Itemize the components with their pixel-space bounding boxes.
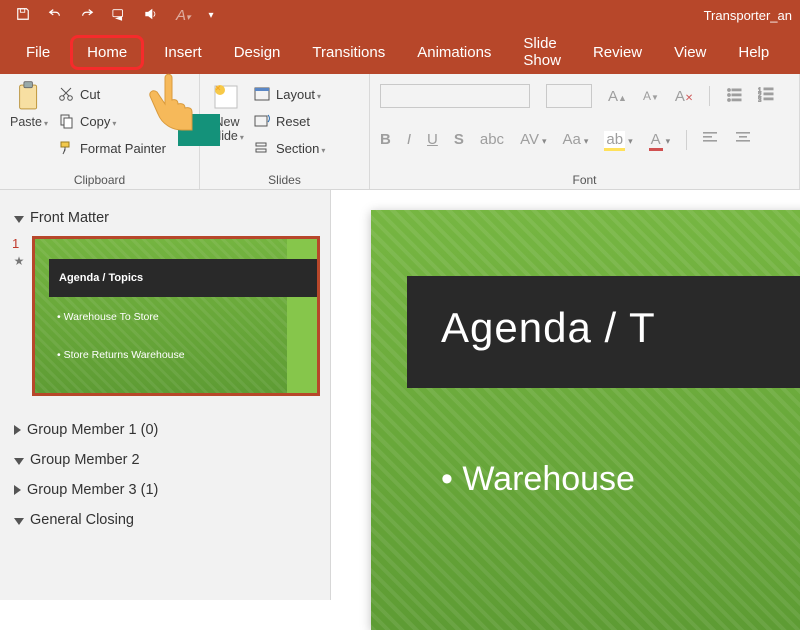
slide-canvas-area[interactable]: Agenda / T • Warehouse [331,190,800,600]
expand-icon[interactable] [14,485,21,495]
slide-bullet[interactable]: • Warehouse [441,460,635,499]
cut-button[interactable]: Cut [58,82,166,106]
paste-label: Paste [10,116,48,130]
tab-view[interactable]: View [658,34,722,71]
document-title: Transporter_an [704,8,792,23]
workspace: Front Matter 1 ★ Agenda / Topics • Wareh… [0,190,800,600]
outline-pane[interactable]: Front Matter 1 ★ Agenda / Topics • Wareh… [0,190,331,600]
tab-design[interactable]: Design [218,34,297,71]
italic-button[interactable]: I [407,131,411,148]
tab-home[interactable]: Home [70,35,144,70]
collapse-icon[interactable] [14,458,24,465]
section-label: Group Member 3 (1) [27,482,158,498]
thumb-bullet: • Store Returns Warehouse [57,349,185,361]
section-group2[interactable]: Group Member 2 [12,446,320,474]
font-color-button[interactable]: A [649,131,671,148]
new-slide-label: NewSlide [210,116,244,144]
format-painter-label: Format Painter [80,141,166,156]
thumb-title: Agenda / Topics [49,259,317,297]
collapse-icon[interactable] [14,518,24,525]
font-size-combo[interactable] [546,84,592,108]
bold-button[interactable]: B [380,131,391,148]
numbering-icon[interactable]: 123 [758,86,774,107]
animation-star-icon: ★ [14,255,25,267]
copy-button[interactable]: Copy [58,109,166,133]
qat-more-icon[interactable]: ▾ [209,10,214,21]
tab-help[interactable]: Help [722,34,785,71]
section-label: Front Matter [30,210,109,226]
group-slides: NewSlide Layout Reset Section Slides [200,74,370,189]
quick-access-toolbar: A▾ ▾ Transporter_an [0,0,800,30]
tab-slideshow[interactable]: Slide Show [507,25,577,79]
undo-icon[interactable] [48,7,62,24]
section-front-matter[interactable]: Front Matter [12,204,320,232]
char-spacing-button[interactable]: AV [520,131,546,148]
group-font: A▲ A▼ A✕ 123 B I U S abc AV Aa ab A Font [370,74,800,189]
highlight-button[interactable]: ab [604,131,632,148]
slide[interactable]: Agenda / T • Warehouse [371,210,800,630]
reset-label: Reset [276,114,310,129]
shadow-button[interactable]: S [454,131,464,148]
font-clear-icon[interactable]: A▾ [176,7,191,24]
layout-button[interactable]: Layout [254,82,325,106]
tab-review[interactable]: Review [577,34,658,71]
redo-icon[interactable] [80,7,94,24]
slide-thumbnail-row: 1 ★ Agenda / Topics • Warehouse To Store… [12,236,320,396]
tab-insert[interactable]: Insert [148,34,218,71]
volume-icon[interactable] [144,7,158,24]
ribbon: Paste Cut Copy Format Painter Clipboard [0,74,800,190]
font-family-combo[interactable] [380,84,530,108]
thumb-bullet: • Warehouse To Store [57,311,159,323]
new-slide-button[interactable]: NewSlide [210,80,244,144]
expand-icon[interactable] [14,425,21,435]
start-from-beginning-icon[interactable] [112,7,126,24]
section-group1[interactable]: Group Member 1 (0) [12,416,320,444]
svg-text:3: 3 [758,98,762,102]
section-closing[interactable]: General Closing [12,506,320,534]
collapse-icon[interactable] [14,216,24,223]
slide-title[interactable]: Agenda / T [407,276,800,388]
group-label-slides: Slides [210,171,359,187]
strikethrough-button[interactable]: abc [480,131,504,148]
underline-button[interactable]: U [427,131,438,148]
ribbon-tabs: File Home Insert Design Transitions Anim… [0,30,800,74]
section-label: General Closing [30,512,134,528]
reset-button[interactable]: Reset [254,109,325,133]
clear-formatting-icon[interactable]: A✕ [675,88,693,105]
slide-thumbnail[interactable]: Agenda / Topics • Warehouse To Store • S… [32,236,320,396]
change-case-button[interactable]: Aa [563,131,589,148]
group-label-font: Font [380,171,789,187]
decrease-font-icon[interactable]: A▼ [643,89,659,103]
copy-label: Copy [80,114,116,129]
tab-transitions[interactable]: Transitions [296,34,401,71]
save-icon[interactable] [16,7,30,24]
group-label-clipboard: Clipboard [10,171,189,187]
section-group3[interactable]: Group Member 3 (1) [12,476,320,504]
paste-button[interactable]: Paste [10,80,48,130]
section-label: Group Member 2 [30,452,140,468]
slide-number: 1 [12,236,26,251]
tab-acrobat[interactable]: Ac [785,34,800,71]
section-label: Group Member 1 (0) [27,422,158,438]
format-painter-button[interactable]: Format Painter [58,136,166,160]
layout-label: Layout [276,87,321,102]
align-left-icon[interactable] [703,131,719,149]
tab-file[interactable]: File [10,34,66,71]
section-label: Section [276,141,325,156]
align-center-icon[interactable] [735,131,751,149]
increase-font-icon[interactable]: A▲ [608,88,627,105]
section-button[interactable]: Section [254,136,325,160]
cut-label: Cut [80,87,100,102]
tab-animations[interactable]: Animations [401,34,507,71]
group-clipboard: Paste Cut Copy Format Painter Clipboard [0,74,200,189]
bullets-icon[interactable] [726,86,742,107]
